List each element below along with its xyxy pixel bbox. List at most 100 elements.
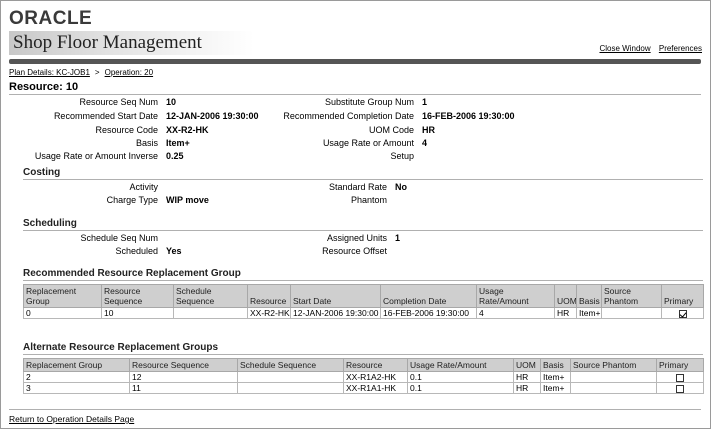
label-substitute-group-num: Substitute Group Num <box>324 97 414 107</box>
cell-resource: XX-R1A1-HK <box>343 382 408 394</box>
label-phantom: Phantom <box>350 195 387 205</box>
cell-schedule-sequence <box>237 371 344 383</box>
alternate-groups-title: Alternate Resource Replacement Groups <box>23 342 219 353</box>
cell-replacement-group: 3 <box>23 382 130 394</box>
table-row: 3 11 XX-R1A1-HK 0.1 HR Item+ <box>23 382 704 394</box>
label-usage-rate-inverse: Usage Rate or Amount Inverse <box>34 151 158 161</box>
breadcrumb-separator: > <box>94 68 100 77</box>
value-usage-rate: 4 <box>422 138 428 148</box>
title-divider <box>9 94 701 95</box>
primary-checkbox[interactable] <box>676 373 684 382</box>
costing-section-title: Costing <box>23 167 61 178</box>
value-recommended-completion-date: 16-FEB-2006 19:30:00 <box>422 111 515 121</box>
col-source-phantom: Source Phantom <box>601 284 662 308</box>
cell-schedule-sequence <box>237 382 344 394</box>
cell-start-date: 12-JAN-2006 19:30:00 <box>290 307 381 319</box>
scheduling-divider <box>23 230 703 231</box>
cell-usage-rate-amount: 0.1 <box>407 382 514 394</box>
col-usage-rate-amount: Usage Rate/Amount <box>407 358 514 372</box>
table-row: 0 10 XX-R2-HK 12-JAN-2006 19:30:00 16-FE… <box>23 307 704 319</box>
cell-resource: XX-R2-HK <box>247 307 291 319</box>
cell-primary <box>656 382 704 394</box>
close-window-link[interactable]: Close Window <box>599 44 650 53</box>
cell-resource-sequence: 11 <box>129 382 238 394</box>
col-primary: Primary <box>661 284 704 308</box>
value-charge-type: WIP move <box>166 195 209 205</box>
label-uom-code: UOM Code <box>368 125 414 135</box>
primary-checkbox[interactable] <box>678 309 687 318</box>
col-schedule-sequence: Schedule Sequence <box>173 284 248 308</box>
cell-uom: HR <box>513 371 541 383</box>
col-resource-sequence: Resource Sequence <box>101 284 174 308</box>
label-resource-offset: Resource Offset <box>322 246 387 256</box>
value-recommended-start-date: 12-JAN-2006 19:30:00 <box>166 111 259 121</box>
cell-primary <box>656 371 704 383</box>
col-replacement-group: Replacement Group <box>23 358 130 372</box>
app-banner: Shop Floor Management <box>9 31 254 55</box>
label-recommended-start-date: Recommended Start Date <box>53 111 158 121</box>
alternate-groups-divider <box>23 354 703 355</box>
label-activity: Activity <box>129 182 158 192</box>
cell-source-phantom <box>570 371 657 383</box>
cell-uom: HR <box>554 307 577 319</box>
label-setup: Setup <box>390 151 414 161</box>
label-recommended-completion-date: Recommended Completion Date <box>283 111 414 121</box>
breadcrumb-operation[interactable]: Operation: 20 <box>105 68 153 77</box>
col-resource: Resource <box>247 284 291 308</box>
primary-checkbox[interactable] <box>676 384 684 393</box>
breadcrumb-plan-details[interactable]: Plan Details: KC-JOB1 <box>9 68 90 77</box>
col-resource-sequence: Resource Sequence <box>129 358 238 372</box>
cell-completion-date: 16-FEB-2006 19:30:00 <box>380 307 477 319</box>
cell-schedule-sequence <box>173 307 248 319</box>
label-usage-rate: Usage Rate or Amount <box>322 138 414 148</box>
label-schedule-seq-num: Schedule Seq Num <box>80 233 158 243</box>
cell-basis: Item+ <box>576 307 602 319</box>
cell-source-phantom <box>601 307 662 319</box>
cell-replacement-group: 2 <box>23 371 130 383</box>
col-source-phantom: Source Phantom <box>570 358 657 372</box>
value-uom-code: HR <box>422 125 435 135</box>
recommended-group-title: Recommended Resource Replacement Group <box>23 268 241 279</box>
cell-resource: XX-R1A2-HK <box>343 371 408 383</box>
label-resource-code: Resource Code <box>95 125 158 135</box>
cell-resource-sequence: 10 <box>101 307 174 319</box>
value-standard-rate: No <box>395 182 407 192</box>
label-basis: Basis <box>135 138 158 148</box>
alternate-groups-table: Replacement Group Resource Sequence Sche… <box>23 358 704 394</box>
header-bar <box>9 59 701 64</box>
col-usage-rate-amount: Usage Rate/Amount <box>476 284 555 308</box>
cell-replacement-group: 0 <box>23 307 102 319</box>
label-resource-seq-num: Resource Seq Num <box>79 97 158 107</box>
cell-basis: Item+ <box>540 382 571 394</box>
app-title: Shop Floor Management <box>13 32 202 53</box>
value-basis: Item+ <box>166 138 190 148</box>
col-basis: Basis <box>540 358 571 372</box>
breadcrumb: Plan Details: KC-JOB1 > Operation: 20 <box>9 68 153 77</box>
value-scheduled: Yes <box>166 246 182 256</box>
col-uom: UOM <box>513 358 541 372</box>
preferences-link[interactable]: Preferences <box>659 44 702 53</box>
col-start-date: Start Date <box>290 284 381 308</box>
label-charge-type: Charge Type <box>106 195 158 205</box>
global-links: Close Window Preferences <box>593 44 702 53</box>
value-substitute-group-num: 1 <box>422 97 428 107</box>
table-header-row: Replacement Group Resource Sequence Sche… <box>23 284 704 308</box>
cell-resource-sequence: 12 <box>129 371 238 383</box>
return-to-operation-details-link[interactable]: Return to Operation Details Page <box>9 414 134 424</box>
cell-uom: HR <box>513 382 541 394</box>
cell-basis: Item+ <box>540 371 571 383</box>
scheduling-section-title: Scheduling <box>23 218 77 229</box>
page-title: Resource: 10 <box>9 81 79 93</box>
cell-usage-rate-amount: 0.1 <box>407 371 514 383</box>
col-resource: Resource <box>343 358 408 372</box>
col-primary: Primary <box>656 358 704 372</box>
value-assigned-units: 1 <box>395 233 401 243</box>
label-scheduled: Scheduled <box>115 246 158 256</box>
col-replacement-group: Replacement Group <box>23 284 102 308</box>
recommended-group-divider <box>23 280 703 281</box>
costing-divider <box>23 179 703 180</box>
value-resource-seq-num: 10 <box>166 97 177 107</box>
cell-source-phantom <box>570 382 657 394</box>
footer-divider <box>9 409 701 410</box>
col-completion-date: Completion Date <box>380 284 477 308</box>
